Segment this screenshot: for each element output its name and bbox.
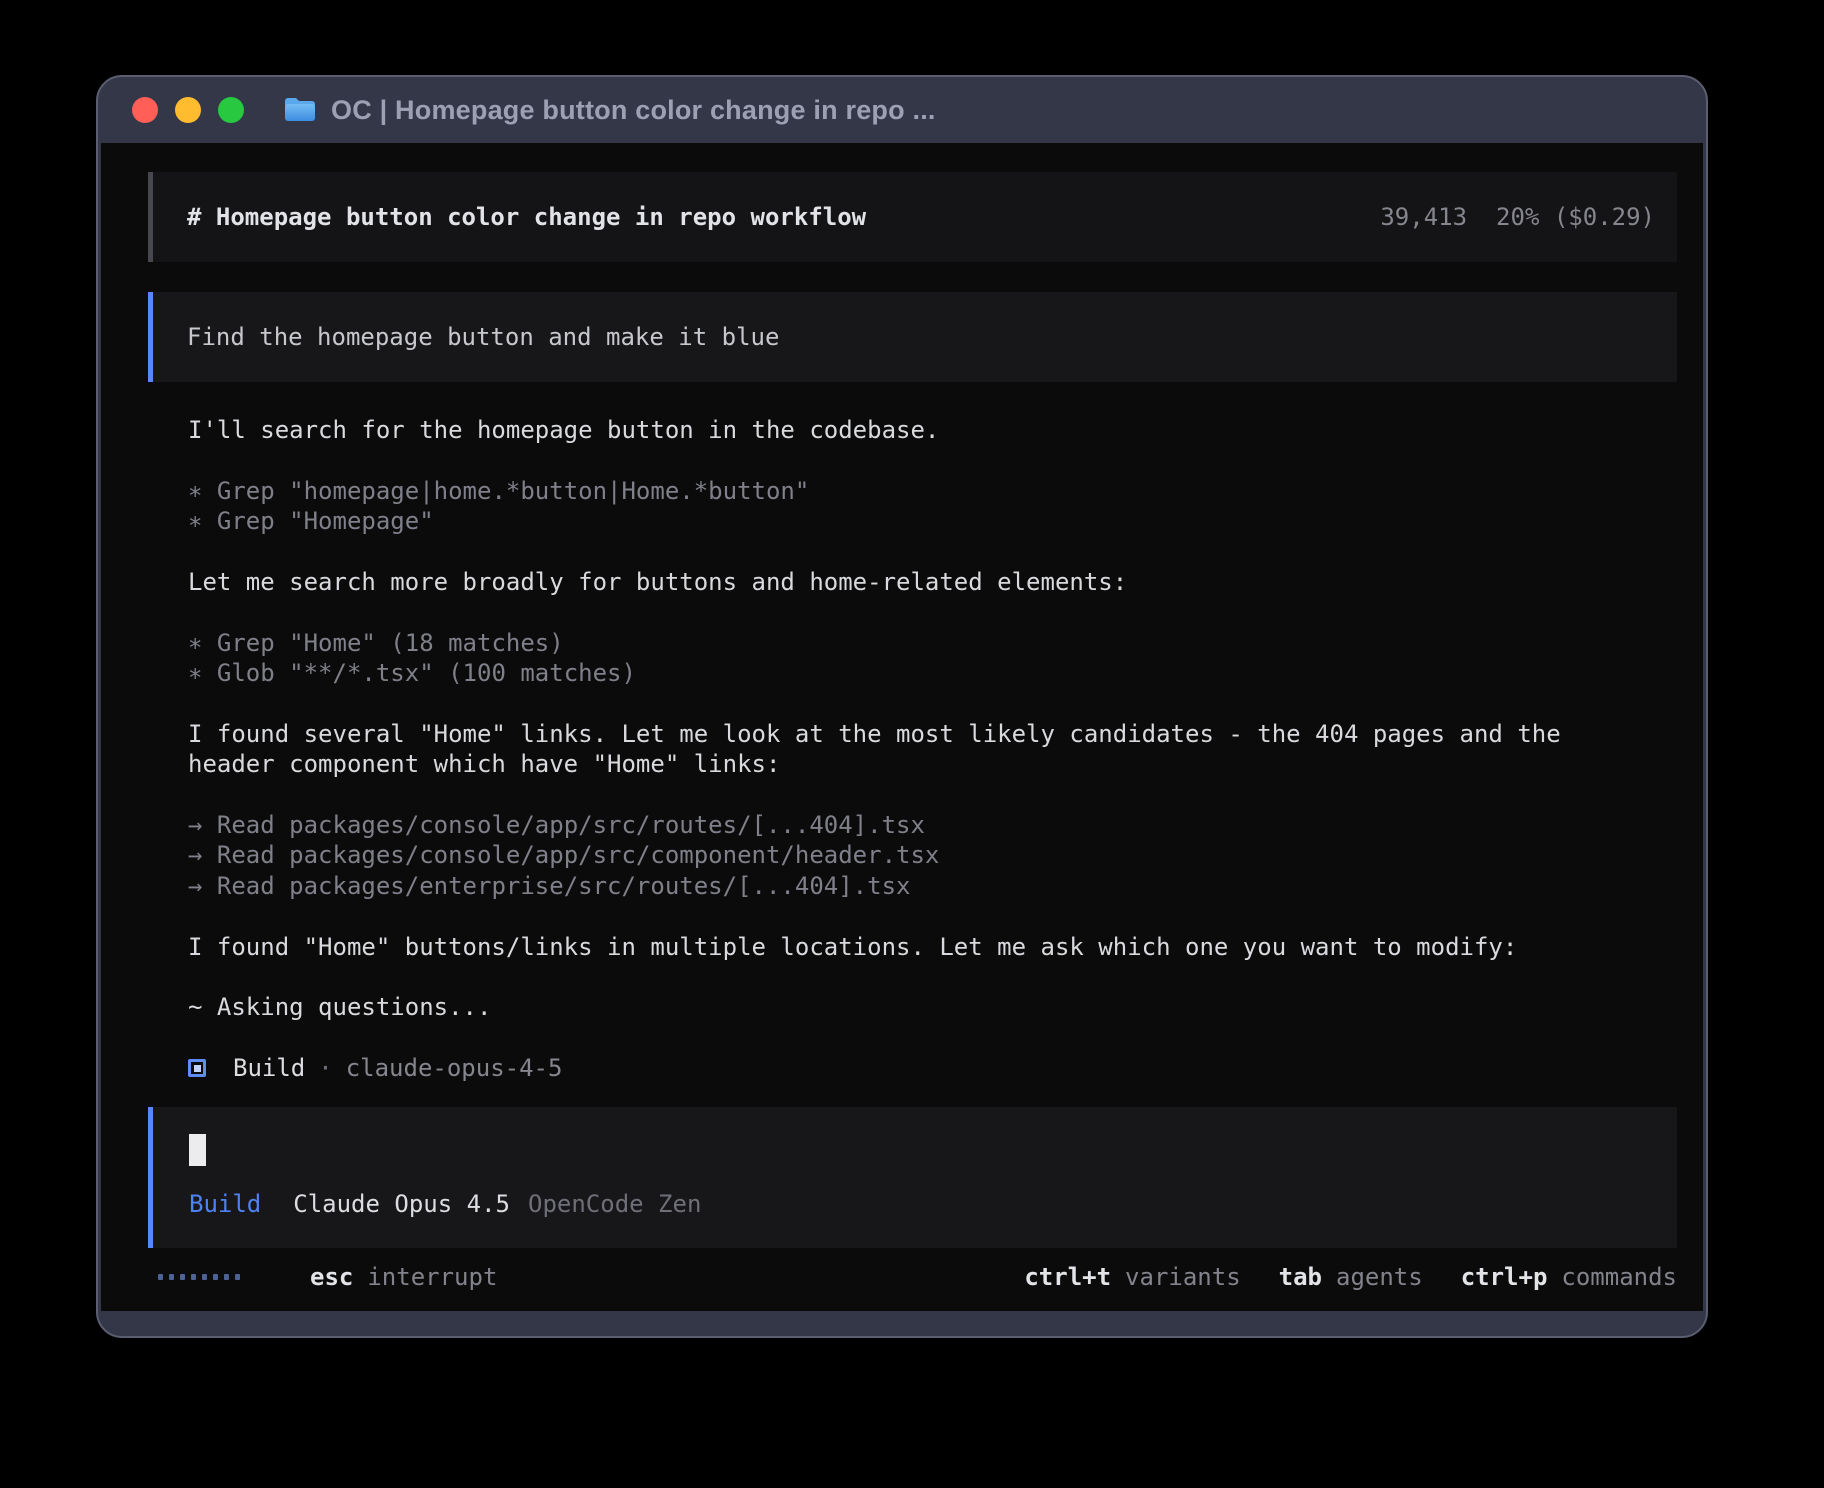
session-header: # Homepage button color change in repo w… [148, 172, 1677, 262]
line-text: Read packages/console/app/src/routes/[..… [217, 811, 925, 839]
tool-line: ∗ Grep "Home" (18 matches) [188, 628, 1677, 658]
composer-mode[interactable]: Build [189, 1189, 261, 1219]
spinner-dot [180, 1274, 185, 1280]
composer-mode-row: Build Claude Opus 4.5 OpenCode Zen [189, 1189, 1657, 1219]
folder-icon [283, 96, 317, 124]
esc-key-hint: esc [310, 1262, 353, 1292]
composer-model: Claude Opus 4.5 [293, 1189, 510, 1219]
agent-model: claude-opus-4-5 [346, 1053, 563, 1083]
shortcut-key: ctrl+p [1461, 1262, 1548, 1292]
context-usage: 20% ($0.29) [1496, 202, 1655, 232]
close-button[interactable] [132, 97, 158, 123]
spinner-dot [224, 1274, 229, 1280]
shortcut-label: variants [1125, 1262, 1241, 1292]
minimize-button[interactable] [175, 97, 201, 123]
shortcut-agents: tab agents [1279, 1262, 1423, 1292]
blank-line [188, 597, 1677, 627]
tool-line: ∗ Grep "Homepage" [188, 506, 1677, 536]
token-count: 39,413 [1380, 202, 1467, 232]
blank-line [188, 962, 1677, 992]
spinner-dot [202, 1274, 207, 1280]
user-message: Find the homepage button and make it blu… [148, 292, 1677, 382]
terminal-content: # Homepage button color change in repo w… [101, 143, 1703, 1311]
line-text: Glob "**/*.tsx" (100 matches) [217, 659, 636, 687]
tool-asterisk-icon: ∗ [188, 477, 217, 505]
zoom-button[interactable] [218, 97, 244, 123]
blank-line [188, 901, 1677, 931]
blank-line [188, 445, 1677, 475]
shortcut-key: tab [1279, 1262, 1322, 1292]
line-text: I'll search for the homepage button in t… [188, 416, 939, 444]
window-title: OC | Homepage button color change in rep… [331, 95, 936, 126]
line-text: Let me search more broadly for buttons a… [188, 568, 1127, 596]
status-tilde-icon: ~ [188, 993, 217, 1021]
text-line: I found "Home" buttons/links in multiple… [188, 932, 1677, 962]
tool-line: ∗ Grep "homepage|home.*button|Home.*butt… [188, 476, 1677, 506]
esc-key-label: interrupt [367, 1262, 497, 1292]
session-title: # Homepage button color change in repo w… [187, 202, 866, 232]
agent-name: Build [233, 1053, 305, 1083]
tool-asterisk-icon: ∗ [188, 507, 217, 535]
read-arrow-icon: → [188, 811, 217, 839]
spinner-dot [191, 1274, 196, 1280]
text-line: I'll search for the homepage button in t… [188, 415, 1677, 445]
blank-line [188, 1023, 1677, 1053]
read-line: → Read packages/console/app/src/routes/[… [188, 810, 1677, 840]
text-cursor [189, 1134, 206, 1166]
line-text: Read packages/enterprise/src/routes/[...… [217, 872, 911, 900]
read-line: → Read packages/enterprise/src/routes/[.… [188, 871, 1677, 901]
blank-line [188, 537, 1677, 567]
spinner-dot [158, 1274, 163, 1280]
shortcut-key: ctrl+t [1024, 1262, 1111, 1292]
line-text: Asking questions... [217, 993, 492, 1021]
agent-status-row: Build · claude-opus-4-5 [188, 1053, 1677, 1083]
agent-separator: · [318, 1053, 332, 1083]
read-line: → Read packages/console/app/src/componen… [188, 840, 1677, 870]
text-line: Let me search more broadly for buttons a… [188, 567, 1677, 597]
read-arrow-icon: → [188, 872, 217, 900]
read-arrow-icon: → [188, 841, 217, 869]
conversation: I'll search for the homepage button in t… [188, 415, 1677, 1053]
status-bar: esc interrupt ctrl+tvariantstabagentsctr… [148, 1262, 1677, 1292]
shortcut-commands: ctrl+p commands [1461, 1262, 1677, 1292]
tool-asterisk-icon: ∗ [188, 659, 217, 687]
titlebar[interactable]: OC | Homepage button color change in rep… [98, 77, 1706, 143]
session-stats: 39,413 20% ($0.29) [1380, 202, 1655, 232]
tool-asterisk-icon: ∗ [188, 629, 217, 657]
line-text: I found "Home" buttons/links in multiple… [188, 933, 1517, 961]
agent-build-icon [188, 1059, 206, 1077]
composer-provider: OpenCode Zen [528, 1189, 701, 1219]
status-line: ~ Asking questions... [188, 992, 1677, 1022]
shortcut-variants: ctrl+t variants [1024, 1262, 1240, 1292]
spinner-dot [213, 1274, 218, 1280]
shortcut-label: commands [1561, 1262, 1677, 1292]
line-text: header component which have "Home" links… [188, 750, 780, 778]
spinner-dot [169, 1274, 174, 1280]
shortcut-label: agents [1336, 1262, 1423, 1292]
spinner-dot [235, 1274, 240, 1280]
blank-line [188, 689, 1677, 719]
activity-spinner-dots [158, 1274, 240, 1280]
user-message-text: Find the homepage button and make it blu… [187, 322, 779, 352]
prompt-input[interactable]: Build Claude Opus 4.5 OpenCode Zen [148, 1107, 1677, 1248]
text-line: header component which have "Home" links… [188, 749, 1677, 779]
tool-line: ∗ Glob "**/*.tsx" (100 matches) [188, 658, 1677, 688]
line-text: Grep "homepage|home.*button|Home.*button… [217, 477, 809, 505]
line-text: Grep "Homepage" [217, 507, 434, 535]
footer-shortcuts: ctrl+t variants tab agents ctrl+p commands [1024, 1262, 1677, 1292]
line-text: Read packages/console/app/src/component/… [217, 841, 939, 869]
text-line: I found several "Home" links. Let me loo… [188, 719, 1677, 749]
blank-line [188, 780, 1677, 810]
line-text: I found several "Home" links. Let me loo… [188, 720, 1561, 748]
line-text: Grep "Home" (18 matches) [217, 629, 564, 657]
terminal-window: OC | Homepage button color change in rep… [96, 75, 1708, 1338]
